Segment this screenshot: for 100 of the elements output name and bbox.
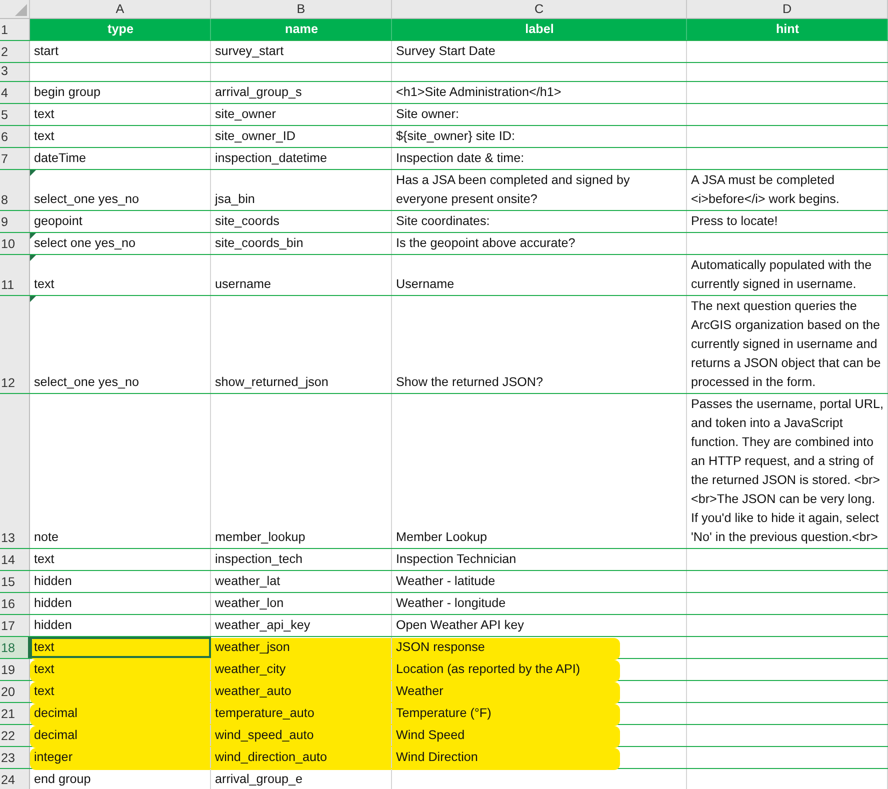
row-number[interactable]: 13	[0, 394, 30, 548]
table-cell: Inspection Technician	[392, 549, 687, 570]
row-number[interactable]: 11	[0, 255, 30, 295]
table-cell: weather_city	[211, 659, 392, 680]
table-cell: Is the geopoint above accurate?	[392, 233, 687, 254]
row-number[interactable]: 12	[0, 296, 30, 393]
row-number[interactable]: 23	[0, 747, 30, 768]
table-cell: arrival_group_s	[211, 82, 392, 103]
table-cell: site_coords	[211, 211, 392, 232]
row-number[interactable]: 6	[0, 126, 30, 147]
table-cell: temperature_auto	[211, 703, 392, 724]
header-cell: label	[392, 19, 687, 40]
column-header[interactable]: A	[30, 0, 211, 18]
table-cell: The next question queries the ArcGIS organization based on the currently signed in username and returns a JSON object that can be processed in the form.	[687, 296, 888, 393]
table-cell: text	[30, 255, 211, 295]
table-cell: Survey Start Date	[392, 41, 687, 62]
table-cell: arrival_group_e	[211, 769, 392, 789]
table-cell: weather_api_key	[211, 615, 392, 636]
table-cell: Open Weather API key	[392, 615, 687, 636]
table-cell: member_lookup	[211, 394, 392, 548]
table-cell: show_returned_json	[211, 296, 392, 393]
table-cell: end group	[30, 769, 211, 789]
table-cell: weather_auto	[211, 681, 392, 702]
table-cell: text	[30, 549, 211, 570]
table-cell: Has a JSA been completed and signed by everyone present onsite?	[392, 170, 687, 210]
table-cell: decimal	[30, 725, 211, 746]
header-cell: type	[30, 19, 211, 40]
table-cell: inspection_datetime	[211, 148, 392, 169]
row-number[interactable]: 21	[0, 703, 30, 724]
table-cell: A JSA must be completed <i>before</i> work begins.	[687, 170, 888, 210]
table-cell: Site owner:	[392, 104, 687, 125]
table-cell: site_coords_bin	[211, 233, 392, 254]
table-cell: wind_direction_auto	[211, 747, 392, 768]
table-cell: Show the returned JSON?	[392, 296, 687, 393]
table-cell: Inspection date & time:	[392, 148, 687, 169]
table-cell: begin group	[30, 82, 211, 103]
table-cell: site_owner_ID	[211, 126, 392, 147]
table-cell: Site coordinates:	[392, 211, 687, 232]
table-cell: survey_start	[211, 41, 392, 62]
row-number[interactable]: 10	[0, 233, 30, 254]
table-cell: hidden	[30, 593, 211, 614]
row-number[interactable]: 24	[0, 769, 30, 789]
row-number[interactable]: 14	[0, 549, 30, 570]
table-cell: text	[30, 659, 211, 680]
table-cell: Automatically populated with the currently signed in username.	[687, 255, 888, 295]
table-cell: JSON response	[392, 637, 687, 658]
table-cell: weather_lon	[211, 593, 392, 614]
row-number[interactable]: 5	[0, 104, 30, 125]
row-number[interactable]: 1	[0, 19, 30, 40]
table-cell: hidden	[30, 615, 211, 636]
table-cell: username	[211, 255, 392, 295]
column-header[interactable]: C	[392, 0, 687, 18]
row-number[interactable]: 17	[0, 615, 30, 636]
row-number[interactable]: 22	[0, 725, 30, 746]
table-cell: Weather - latitude	[392, 571, 687, 592]
row-number[interactable]: 20	[0, 681, 30, 702]
table-cell: Passes the username, portal URL, and token into a JavaScript function. They are combined into an HTTP request, and a string of the returned JSON is stored. <br><br>The JSON can be very long. If you'd like to hide it again, select 'No' in the previous question.<br>	[687, 394, 888, 548]
table-cell: weather_json	[211, 637, 392, 658]
table-cell: Temperature (°F)	[392, 703, 687, 724]
row-number[interactable]: 3	[0, 63, 30, 81]
row-number[interactable]: 9	[0, 211, 30, 232]
row-number[interactable]: 16	[0, 593, 30, 614]
table-cell: Press to locate!	[687, 211, 888, 232]
table-cell: select one yes_no	[30, 233, 211, 254]
table-cell: start	[30, 41, 211, 62]
row-number[interactable]: 4	[0, 82, 30, 103]
table-cell: Wind Direction	[392, 747, 687, 768]
table-cell: decimal	[30, 703, 211, 724]
row-number[interactable]: 18	[0, 637, 30, 658]
column-header[interactable]: D	[687, 0, 888, 18]
table-cell: geopoint	[30, 211, 211, 232]
table-cell: site_owner	[211, 104, 392, 125]
table-cell: ${site_owner} site ID:	[392, 126, 687, 147]
row-number[interactable]: 8	[0, 170, 30, 210]
table-cell: Location (as reported by the API)	[392, 659, 687, 680]
row-number[interactable]: 2	[0, 41, 30, 62]
table-cell: dateTime	[30, 148, 211, 169]
header-cell: name	[211, 19, 392, 40]
table-cell: inspection_tech	[211, 549, 392, 570]
table-cell: <h1>Site Administration</h1>	[392, 82, 687, 103]
table-cell: Member Lookup	[392, 394, 687, 548]
table-cell: Username	[392, 255, 687, 295]
column-header[interactable]: B	[211, 0, 392, 18]
table-cell: note	[30, 394, 211, 548]
table-cell: Weather - longitude	[392, 593, 687, 614]
table-cell: select_one yes_no	[30, 170, 211, 210]
table-cell: integer	[30, 747, 211, 768]
table-cell: text	[30, 104, 211, 125]
select-all-icon[interactable]	[15, 4, 27, 16]
table-cell: Weather	[392, 681, 687, 702]
table-cell: jsa_bin	[211, 170, 392, 210]
table-cell: weather_lat	[211, 571, 392, 592]
table-cell: text	[30, 681, 211, 702]
table-cell: Wind Speed	[392, 725, 687, 746]
row-number[interactable]: 15	[0, 571, 30, 592]
table-cell: wind_speed_auto	[211, 725, 392, 746]
header-cell: hint	[687, 19, 888, 40]
row-number[interactable]: 7	[0, 148, 30, 169]
row-number[interactable]: 19	[0, 659, 30, 680]
table-cell: select_one yes_no	[30, 296, 211, 393]
